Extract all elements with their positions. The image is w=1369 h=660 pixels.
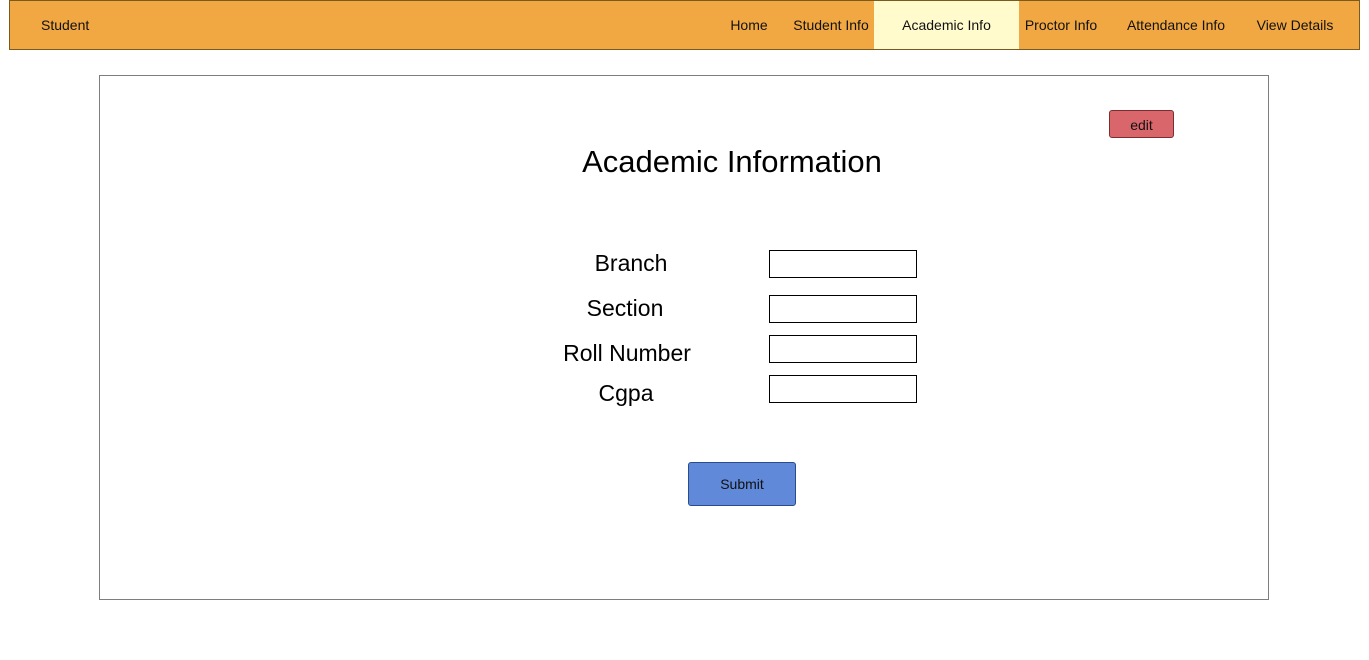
nav-student-info[interactable]: Student Info — [790, 1, 872, 49]
cgpa-input[interactable] — [769, 375, 917, 403]
edit-button[interactable]: edit — [1109, 110, 1174, 138]
roll-number-input[interactable] — [769, 335, 917, 363]
nav-view-details[interactable]: View Details — [1250, 1, 1340, 49]
nav-proctor-info[interactable]: Proctor Info — [1021, 1, 1101, 49]
section-label: Section — [586, 295, 664, 321]
nav-home[interactable]: Home — [718, 1, 780, 49]
submit-button[interactable]: Submit — [688, 462, 796, 506]
section-input[interactable] — [769, 295, 917, 323]
nav-attendance-info[interactable]: Attendance Info — [1118, 1, 1234, 49]
roll-number-label: Roll Number — [563, 340, 691, 366]
brand-label: Student — [41, 17, 90, 33]
cgpa-label: Cgpa — [598, 380, 654, 406]
branch-input[interactable] — [769, 250, 917, 278]
page-title: Academic Information — [582, 144, 882, 179]
top-navbar: Student Home Student Info Academic Info … — [9, 0, 1360, 50]
branch-label: Branch — [594, 250, 668, 276]
nav-academic-info[interactable]: Academic Info — [874, 1, 1019, 49]
academic-info-panel: edit Academic Information Branch Section… — [99, 75, 1269, 600]
